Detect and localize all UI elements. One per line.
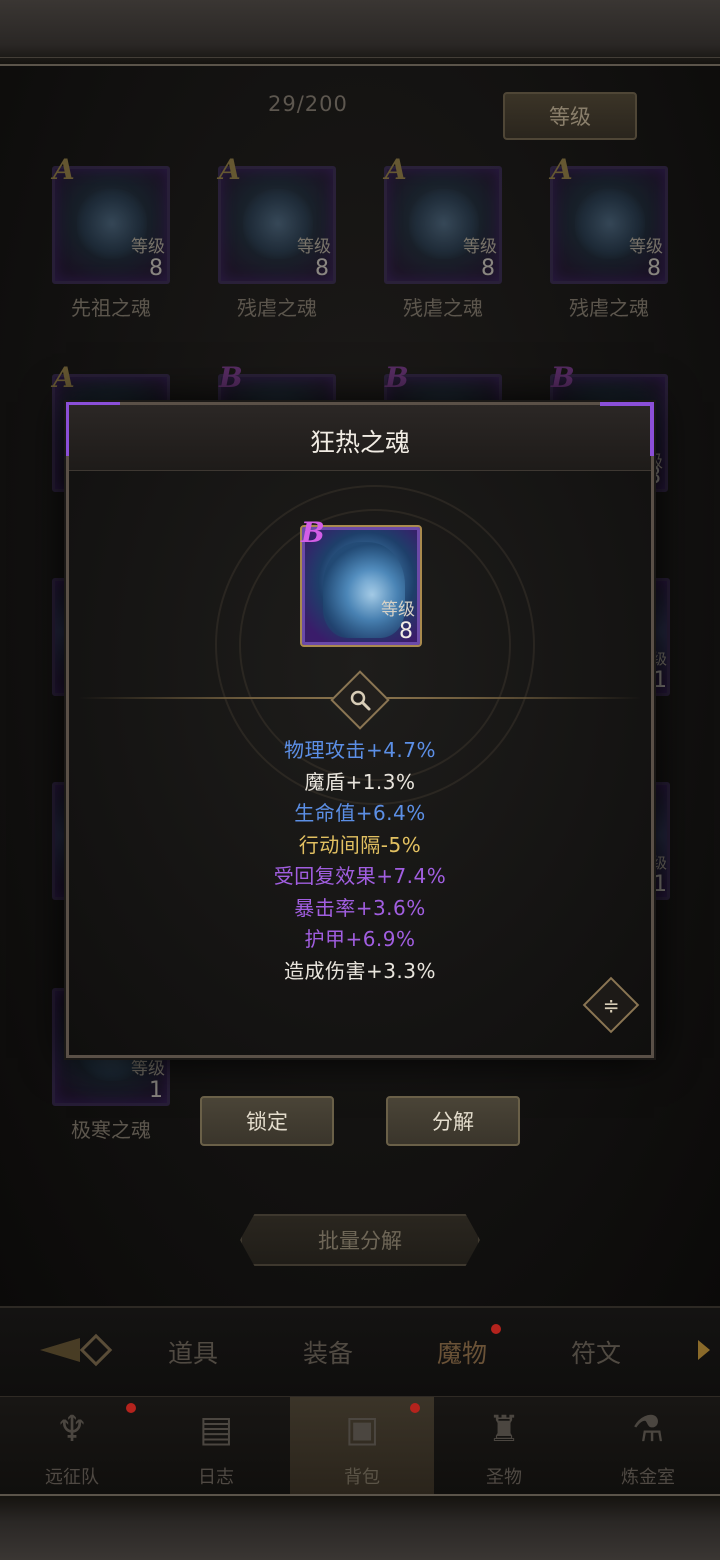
alchemy-icon: ⚗ bbox=[631, 1409, 665, 1450]
level-label: 等级 bbox=[297, 237, 331, 257]
stat-line: 暴击率+3.6% bbox=[294, 895, 426, 920]
rank-badge: A bbox=[53, 153, 75, 186]
nav-expedition[interactable]: ♆ 远征队 bbox=[0, 1397, 144, 1495]
stat-line: 受回复效果+7.4% bbox=[273, 864, 447, 888]
level-value: 8 bbox=[399, 619, 413, 644]
bottom-navigation: ♆ 远征队 ▤ 日志 ▣ 背包 ♜ 圣物 ⚗ 炼金室 bbox=[0, 1396, 720, 1495]
modal-title: 狂热之魂 bbox=[309, 428, 410, 457]
soul-name: 先祖之魂 bbox=[71, 296, 151, 320]
level-label: 等级 bbox=[381, 600, 415, 620]
nav-alchemy[interactable]: ⚗ 炼金室 bbox=[576, 1397, 720, 1495]
rank-badge: B bbox=[219, 361, 243, 394]
magnifier-icon bbox=[350, 690, 371, 711]
tab-equipment[interactable]: 装备 bbox=[303, 1334, 353, 1370]
level-value: 8 bbox=[647, 256, 661, 281]
nav-label: 远征队 bbox=[45, 1467, 99, 1488]
horned-helmet-icon: ♆ bbox=[55, 1409, 89, 1450]
double-chevron-icon: ≑ bbox=[602, 992, 620, 1017]
level-value: 8 bbox=[481, 256, 495, 281]
notification-dot bbox=[410, 1403, 420, 1413]
notification-dot bbox=[491, 1324, 501, 1334]
treasure-chest-icon: ▣ bbox=[344, 1409, 380, 1450]
stat-line: 生命值+6.4% bbox=[294, 801, 426, 825]
rank-badge: A bbox=[219, 153, 241, 186]
soul-item-card: B 等级 8 bbox=[300, 516, 422, 647]
soul-name: 极寒之魂 bbox=[71, 1118, 151, 1142]
soul-portrait bbox=[323, 542, 405, 638]
level-value: 8 bbox=[149, 256, 163, 281]
nav-backpack[interactable]: ▣ 背包 bbox=[290, 1397, 434, 1495]
category-tabbar: 道具 装备 魔物 符文 bbox=[0, 1306, 720, 1396]
top-frame bbox=[0, 0, 720, 66]
soul-card[interactable]: A 等级 8 bbox=[52, 153, 170, 284]
scroll-right-icon[interactable] bbox=[698, 1340, 710, 1360]
soul-name: 残虐之魂 bbox=[403, 296, 483, 320]
chalice-icon: ♜ bbox=[487, 1409, 521, 1450]
stat-line: 行动间隔-5% bbox=[298, 832, 422, 857]
tab-runes[interactable]: 符文 bbox=[571, 1334, 621, 1370]
lock-button[interactable]: 锁定 bbox=[200, 1096, 334, 1146]
nav-label: 日志 bbox=[198, 1467, 234, 1488]
tab-items[interactable]: 道具 bbox=[168, 1334, 218, 1370]
level-value: 8 bbox=[315, 256, 329, 281]
soul-detail-modal: 狂热之魂 B 等级 8 物理攻击+4.7% 魔盾+1.3% 生命值+6.4% 行… bbox=[66, 402, 654, 1058]
batch-decompose-button[interactable]: 批量分解 bbox=[240, 1214, 480, 1266]
inventory-count: 29/200 bbox=[268, 92, 348, 116]
rank-badge: A bbox=[53, 361, 75, 394]
sort-by-level-button[interactable]: 等级 bbox=[503, 92, 637, 140]
level-value: 1 bbox=[653, 668, 667, 693]
map-scroll-icon: ▤ bbox=[198, 1409, 234, 1450]
nav-journal[interactable]: ▤ 日志 bbox=[144, 1397, 288, 1495]
soul-card[interactable]: A 等级 8 bbox=[384, 153, 502, 284]
stat-line: 护甲+6.9% bbox=[304, 927, 416, 951]
stat-line: 造成伤害+3.3% bbox=[283, 958, 437, 983]
back-arrow-icon[interactable] bbox=[40, 1330, 130, 1370]
soul-name: 残虐之魂 bbox=[569, 296, 649, 320]
stat-list: 物理攻击+4.7% 魔盾+1.3% 生命值+6.4% 行动间隔-5% 受回复效果… bbox=[69, 735, 651, 987]
level-label: 等级 bbox=[629, 237, 663, 257]
soul-name: 残虐之魂 bbox=[237, 296, 317, 320]
rank-badge: B bbox=[385, 361, 409, 394]
level-label: 级 bbox=[651, 650, 667, 668]
tab-monsters[interactable]: 魔物 bbox=[437, 1334, 487, 1370]
decompose-button[interactable]: 分解 bbox=[386, 1096, 520, 1146]
rank-badge: B bbox=[301, 516, 325, 549]
stat-line: 魔盾+1.3% bbox=[304, 769, 416, 794]
level-label: 级 bbox=[651, 854, 667, 872]
rank-badge: A bbox=[385, 153, 407, 186]
level-label: 等级 bbox=[131, 237, 165, 257]
stat-line: 物理攻击+4.7% bbox=[283, 738, 437, 762]
level-value: 1 bbox=[149, 1078, 163, 1103]
level-value: 1 bbox=[653, 872, 667, 897]
rank-badge: A bbox=[551, 153, 573, 186]
soul-card[interactable]: A 等级 8 bbox=[218, 153, 336, 284]
rank-badge: B bbox=[551, 361, 575, 394]
nav-label: 圣物 bbox=[486, 1467, 522, 1488]
soul-card[interactable]: A 等级 8 bbox=[550, 153, 668, 284]
level-label: 等级 bbox=[463, 237, 497, 257]
bottom-frame bbox=[0, 1494, 720, 1560]
nav-label: 背包 bbox=[344, 1467, 380, 1488]
notification-dot bbox=[126, 1403, 136, 1413]
nav-label: 炼金室 bbox=[621, 1467, 675, 1488]
nav-relics[interactable]: ♜ 圣物 bbox=[432, 1397, 576, 1495]
